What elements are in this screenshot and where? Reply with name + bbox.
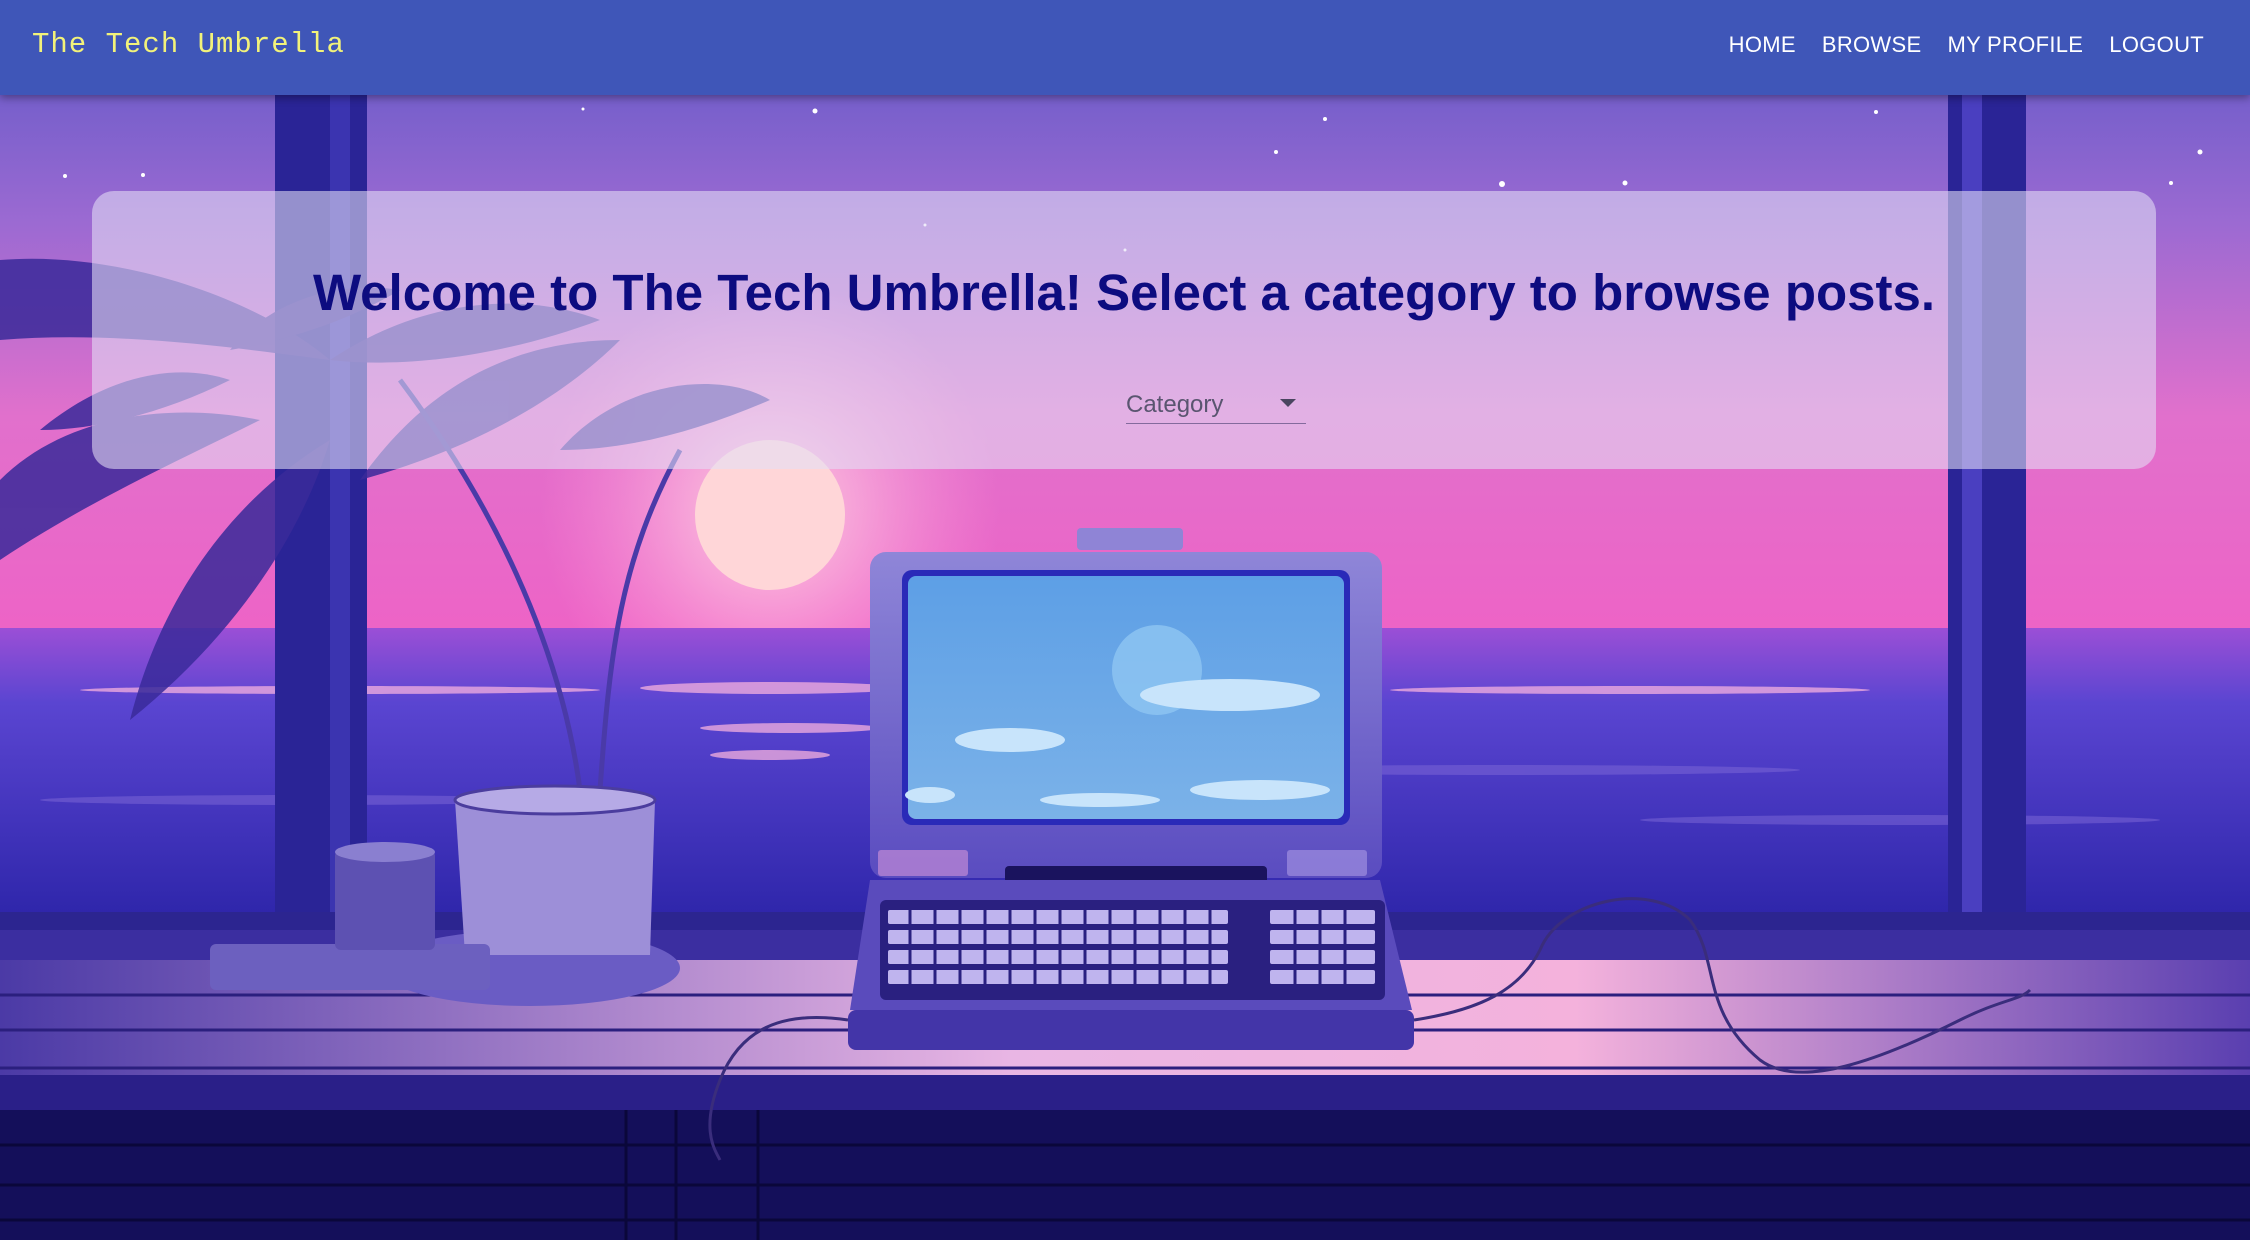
background-illustration <box>0 0 2250 1240</box>
top-navbar: The Tech Umbrella HOME BROWSE MY PROFILE… <box>0 0 2250 95</box>
nav-my-profile-link[interactable]: MY PROFILE <box>1947 32 2083 58</box>
category-select-placeholder: Category <box>1126 391 1224 418</box>
nav-home-link[interactable]: HOME <box>1729 32 1796 58</box>
nav-browse-link[interactable]: BROWSE <box>1822 32 1922 58</box>
brand-logo-text[interactable]: The Tech Umbrella <box>32 28 345 61</box>
welcome-title: Welcome to The Tech Umbrella! Select a c… <box>312 264 1936 321</box>
welcome-card: Welcome to The Tech Umbrella! Select a c… <box>92 191 2156 469</box>
caret-down-icon <box>1280 399 1296 407</box>
category-select[interactable]: Category <box>1126 391 1306 424</box>
nav-logout-link[interactable]: LOGOUT <box>2109 32 2204 58</box>
nav-links: HOME BROWSE MY PROFILE LOGOUT <box>1729 32 2204 58</box>
